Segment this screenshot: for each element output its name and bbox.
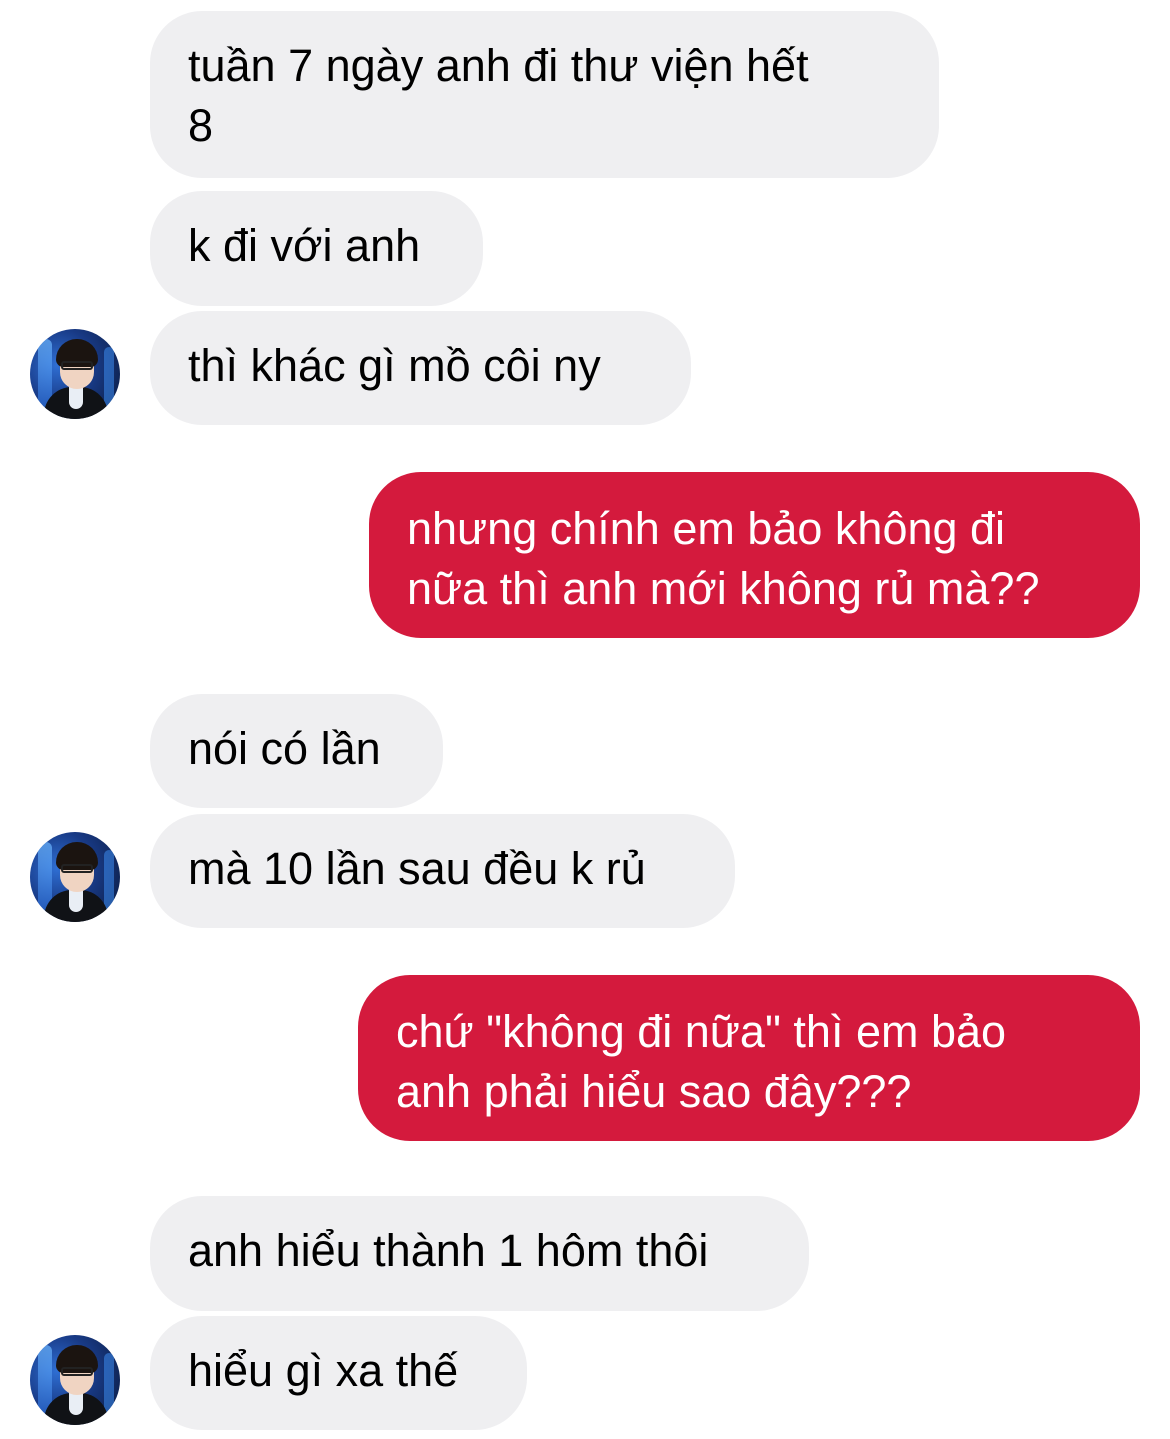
glasses (61, 864, 93, 873)
message-text: nhưng chính em bảo không đi (407, 503, 1006, 554)
glasses (61, 1367, 93, 1376)
message-text: chứ "không đi nữa" thì em bảo (396, 1006, 1007, 1057)
message-text: 8 (188, 100, 214, 151)
message-text: nữa thì anh mới không rủ mà?? (407, 563, 1040, 614)
message-bubble-incoming[interactable]: thì khác gì mồ côi ny (150, 311, 691, 425)
message-text: tuần 7 ngày anh đi thư viện hết (188, 40, 809, 91)
message-bubble-incoming[interactable]: k đi với anh (150, 191, 483, 306)
message-text: anh hiểu thành 1 hôm thôi (188, 1225, 709, 1276)
message-bubble-incoming[interactable]: tuần 7 ngày anh đi thư viện hết 8 (150, 11, 939, 178)
message-text: anh phải hiểu sao đây??? (396, 1066, 912, 1117)
contact-avatar[interactable] (30, 1335, 120, 1425)
message-bubble-incoming[interactable]: mà 10 lần sau đều k rủ (150, 814, 735, 928)
message-bubble-outgoing[interactable]: chứ "không đi nữa" thì em bảo anh phải h… (358, 975, 1140, 1141)
contact-avatar[interactable] (30, 329, 120, 419)
message-text: thì khác gì mồ côi ny (188, 340, 601, 391)
message-bubble-outgoing[interactable]: nhưng chính em bảo không đi nữa thì anh … (369, 472, 1140, 638)
message-text: nói có lần (188, 723, 381, 774)
message-bubble-incoming[interactable]: anh hiểu thành 1 hôm thôi (150, 1196, 809, 1311)
glasses (61, 361, 93, 370)
message-bubble-incoming[interactable]: hiểu gì xa thế (150, 1316, 527, 1430)
message-text: hiểu gì xa thế (188, 1345, 459, 1396)
message-text: k đi với anh (188, 220, 421, 271)
message-text: mà 10 lần sau đều k rủ (188, 843, 646, 894)
message-bubble-incoming[interactable]: nói có lần (150, 694, 443, 808)
contact-avatar[interactable] (30, 832, 120, 922)
